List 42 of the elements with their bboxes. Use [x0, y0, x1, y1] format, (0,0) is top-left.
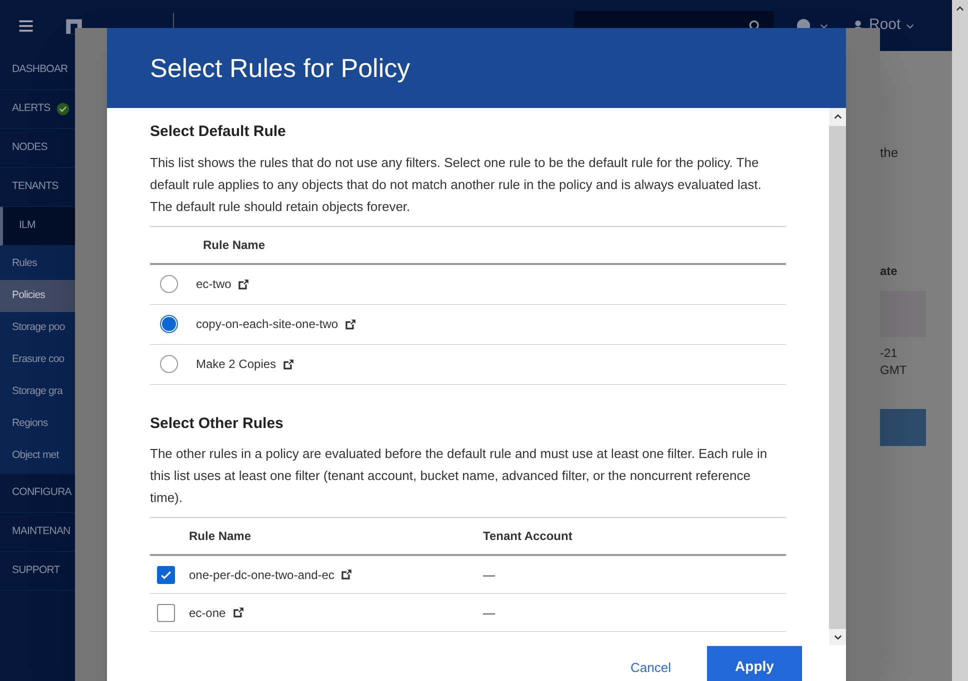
radio-button[interactable]	[160, 315, 178, 333]
sidebar-subitem[interactable]: Object met	[0, 440, 75, 472]
cell-text: GMT	[880, 362, 907, 379]
section-description: This list shows the rules that do not use any filters. Select one rule to be the default rule for the policy. The default rule applies to any objects that do not match another rule in the policy and is always evaluated last. The default rule should retain objects forever.	[150, 154, 762, 216]
checkbox[interactable]	[157, 566, 175, 584]
section-description: The other rules in a policy are evaluated before the default rule and must use at least one filter. Each rule in this list uses at least one filter (tenant account, bucket name, advanced filter, or the noncurrent reference time).	[150, 445, 768, 507]
sidebar-subitem[interactable]: Policies	[0, 280, 75, 312]
column-header: Rule Name	[202, 236, 266, 254]
page-text: the	[880, 144, 898, 162]
dialog-title: Select Rules for Policy	[107, 28, 846, 108]
column-heading: ate	[880, 263, 898, 280]
cell-text: -21	[880, 345, 898, 362]
cancel-button[interactable]: Cancel	[630, 658, 671, 678]
sidebar-item[interactable]: ILM	[0, 207, 75, 246]
checkbox[interactable]	[157, 604, 175, 622]
external-link-icon	[344, 318, 358, 330]
sidebar-subitem[interactable]: Storage poo	[0, 312, 75, 344]
column-header: Rule Name	[188, 528, 252, 545]
sidebar-subitem[interactable]: Storage gra	[0, 376, 75, 408]
section-heading: Select Default Rule	[150, 122, 287, 142]
external-link-icon	[232, 606, 245, 619]
rule-link[interactable]: Make 2 Copies	[196, 355, 276, 373]
radio-button[interactable]	[160, 275, 178, 293]
rule-link[interactable]: ec-two	[196, 275, 232, 293]
external-link-icon	[340, 568, 354, 581]
column-header: Tenant Account	[483, 528, 572, 545]
banner-bar	[880, 409, 926, 446]
radio-button[interactable]	[160, 355, 178, 373]
section-heading: Select Other Rules	[150, 414, 284, 434]
check-circle-icon	[56, 102, 70, 116]
external-link-icon	[282, 358, 296, 370]
apply-button[interactable]: Apply	[707, 646, 802, 681]
rule-link[interactable]: one-per-dc-one-two-and-ec	[189, 566, 334, 584]
tenant-cell-text: —	[483, 604, 495, 622]
sidebar-subitem[interactable]: Erasure coo	[0, 344, 75, 376]
sidebar-subitem[interactable]: Rules	[0, 248, 75, 280]
external-link-icon	[237, 278, 250, 290]
rule-link[interactable]: ec-one	[189, 604, 226, 622]
tenant-cell-text: —	[483, 566, 495, 584]
sidebar-subitem[interactable]: Regions	[0, 408, 75, 440]
scrollbar[interactable]	[952, 0, 968, 681]
rule-link[interactable]: copy-on-each-site-one-two	[196, 315, 338, 333]
